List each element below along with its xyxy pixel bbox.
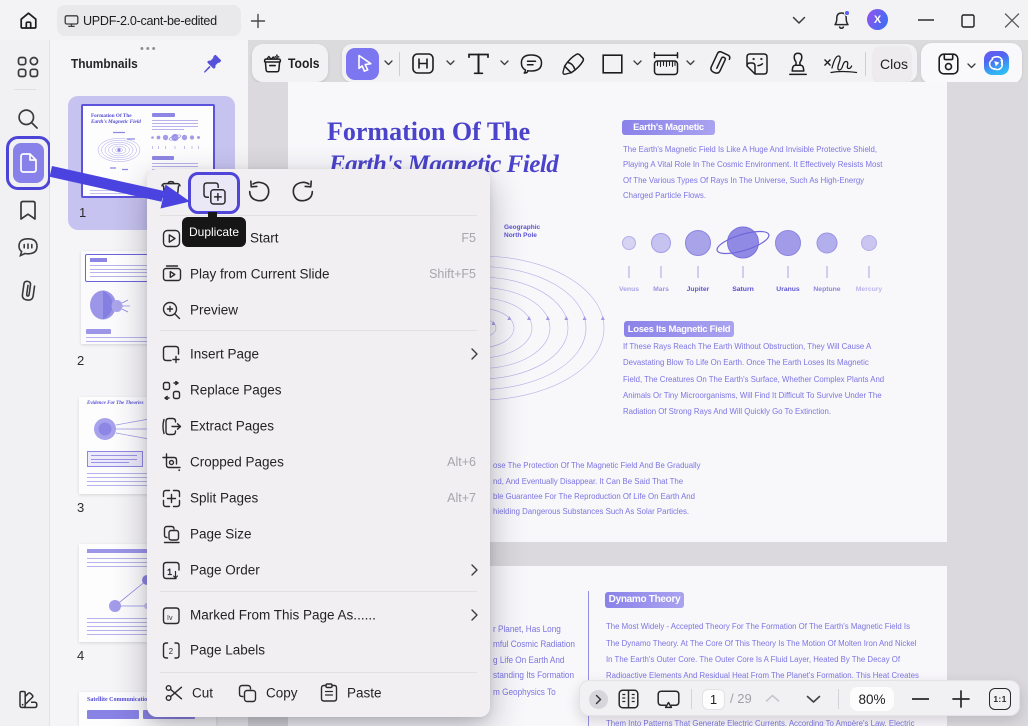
svg-text:Uranus: Uranus (776, 286, 800, 293)
svg-text:Saturn: Saturn (732, 286, 754, 293)
svg-text:2: 2 (169, 647, 174, 656)
svg-text:Neptune: Neptune (813, 286, 840, 293)
svg-text:Mars: Mars (653, 286, 669, 293)
svg-text:Jupiter: Jupiter (687, 286, 710, 293)
svg-text:Venus: Venus (619, 286, 639, 293)
svg-text:Iv: Iv (167, 615, 173, 622)
svg-text:Mercury: Mercury (856, 286, 883, 293)
